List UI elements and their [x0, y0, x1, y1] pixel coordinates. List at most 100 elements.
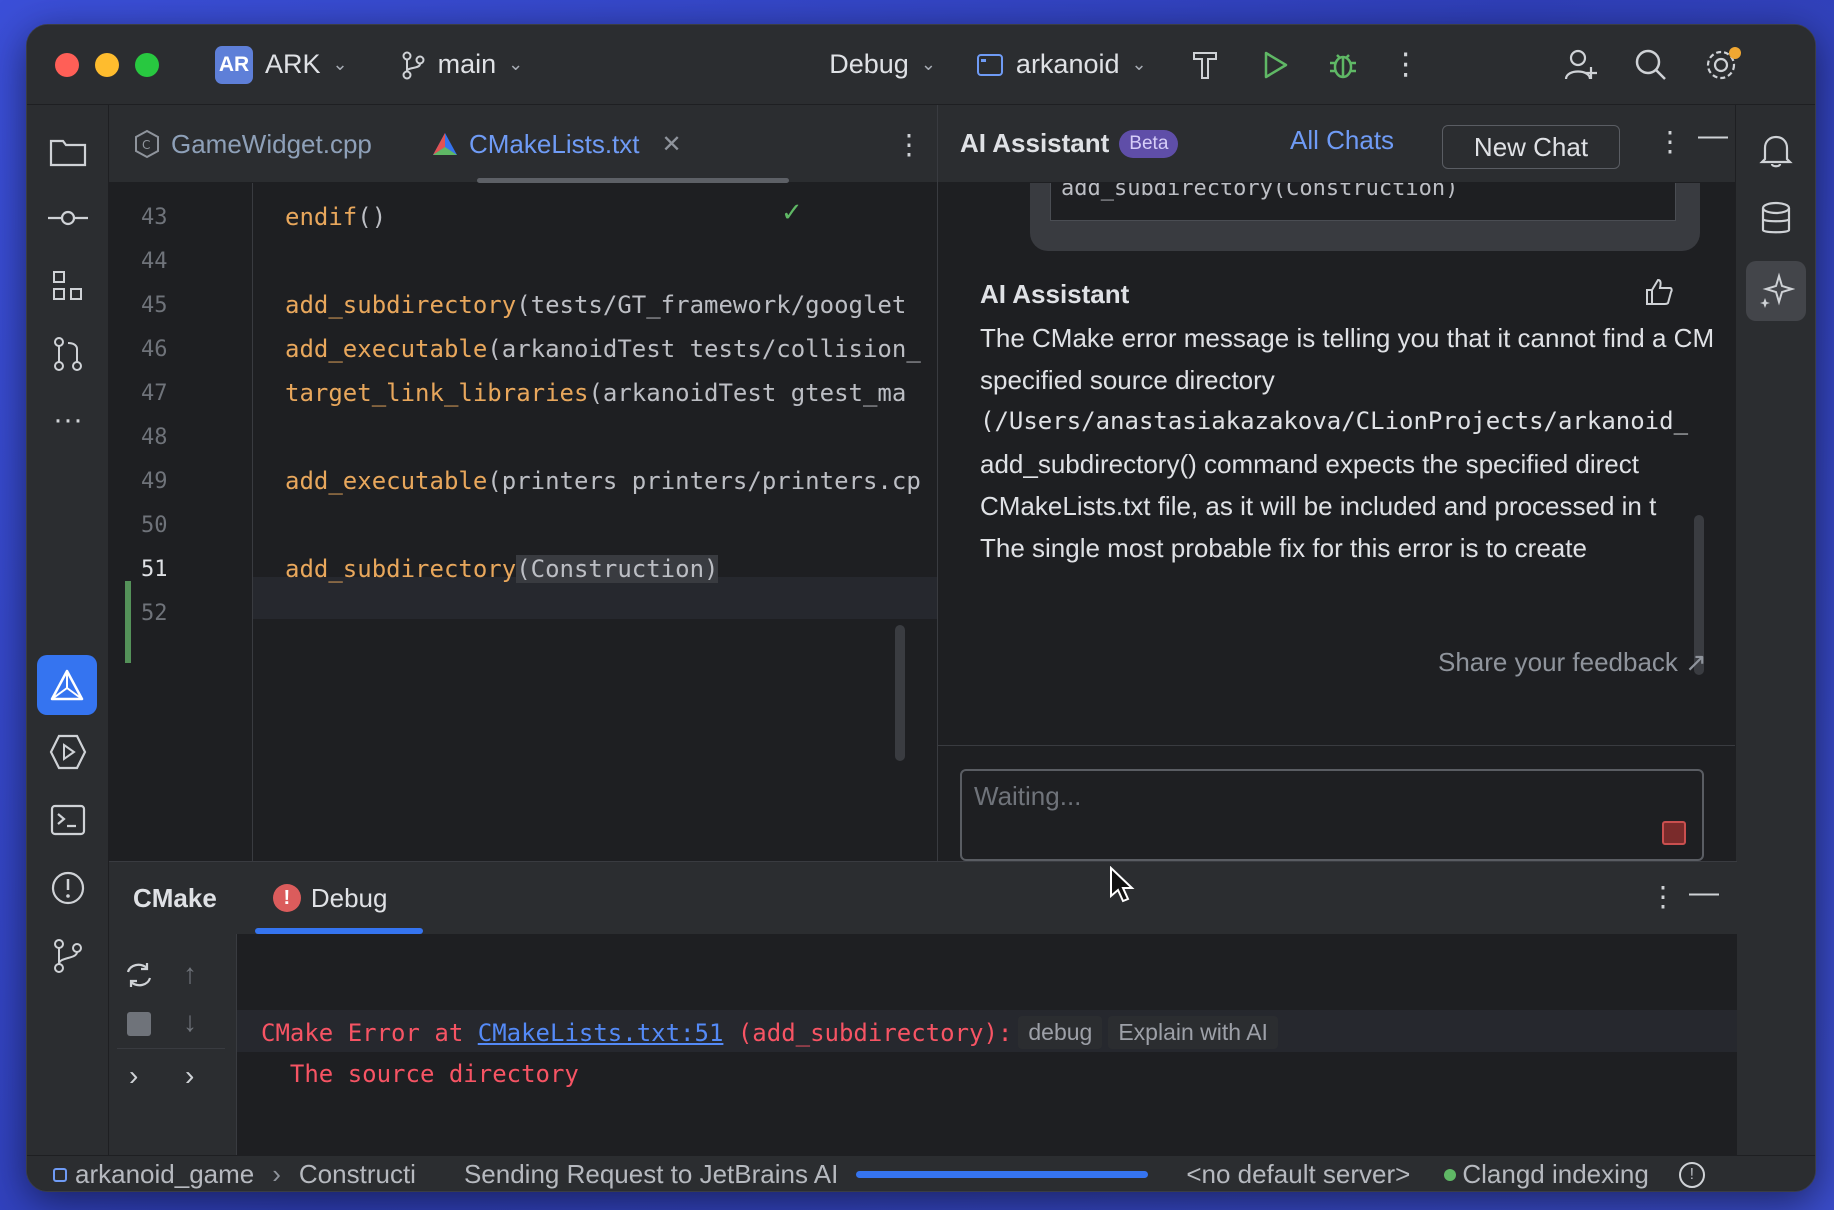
breadcrumb-folder[interactable]: Constructi — [299, 1159, 416, 1190]
git-icon[interactable] — [43, 931, 93, 981]
vcs-change-marker — [125, 581, 131, 663]
response-author: AI Assistant — [980, 279, 1130, 309]
line-number: 46 — [141, 337, 168, 362]
indexing-status[interactable]: Clangd indexing — [1462, 1159, 1648, 1190]
ai-options-icon[interactable]: ⋮ — [1656, 125, 1684, 158]
line-number: 47 — [141, 381, 168, 406]
close-tab-icon[interactable]: ✕ — [662, 130, 682, 159]
chat-input[interactable]: Waiting... — [960, 769, 1704, 861]
structure-icon[interactable] — [43, 261, 93, 311]
tab-options-icon[interactable]: ⋮ — [895, 105, 923, 183]
tab-debug-label: Debug — [310, 882, 388, 913]
server-selector[interactable]: <no default server> — [1186, 1159, 1410, 1190]
tab-label: GameWidget.cpp — [171, 128, 372, 159]
reload-icon[interactable] — [123, 960, 155, 995]
code-keyword: target_link_libraries — [285, 379, 589, 407]
code-line[interactable]: add_subdirectory(Construction) — [285, 555, 719, 583]
search-icon[interactable] — [1631, 48, 1671, 82]
breadcrumb-project[interactable]: arkanoid_game — [75, 1159, 254, 1190]
error-icon: ! — [272, 884, 301, 912]
git-branch-icon — [402, 51, 425, 79]
error-prefix: CMake Error at — [261, 1018, 478, 1047]
response-line-3: (/Users/anastasiakazakova/CLionProjects/… — [980, 407, 1689, 435]
build-hammer-icon[interactable] — [1185, 49, 1225, 81]
scroll-down-icon[interactable]: ↓ — [183, 1006, 197, 1038]
add-user-icon[interactable] — [1561, 47, 1601, 83]
zoom-window-button[interactable] — [135, 52, 159, 77]
run-target-selector[interactable]: arkanoid ⌄ — [976, 49, 1147, 80]
minimize-window-button[interactable] — [95, 52, 119, 77]
notification-dot — [1728, 46, 1741, 59]
debug-bug-icon[interactable] — [1323, 49, 1363, 81]
tab-cmake[interactable]: CMake — [133, 883, 217, 914]
close-window-button[interactable] — [55, 52, 79, 77]
chevron-down-icon: ⌄ — [332, 54, 348, 74]
error-file-link[interactable]: CMakeLists.txt:51 — [478, 1019, 724, 1047]
svg-text:C: C — [142, 138, 150, 152]
services-icon[interactable] — [43, 727, 93, 777]
code-line[interactable]: add_executable(printers printers/printer… — [285, 467, 921, 495]
project-selector[interactable]: AR ARK ⌄ — [215, 45, 348, 84]
notifications-bell-icon[interactable] — [1750, 125, 1802, 177]
tab-debug[interactable]: ! Debug — [272, 882, 388, 914]
app-window-icon — [976, 53, 1003, 76]
run-play-icon[interactable] — [1255, 50, 1295, 80]
error-detail-line: The source directory — [261, 1060, 579, 1088]
code-args: (arkanoidTest tests/collision_ — [487, 335, 921, 363]
expand-all-icon[interactable]: › — [185, 1060, 194, 1092]
more-vertical-icon[interactable]: ⋮ — [1391, 47, 1421, 82]
cmake-error-line: CMake Error at CMakeLists.txt:51 (add_su… — [261, 1016, 1278, 1049]
terminal-icon[interactable] — [43, 795, 93, 845]
pull-requests-icon[interactable] — [43, 329, 93, 379]
project-folder-icon[interactable] — [43, 127, 93, 177]
background-task[interactable]: Sending Request to JetBrains AI — [464, 1159, 838, 1190]
run-config-selector[interactable]: Debug ⌄ — [829, 49, 936, 80]
tab-cmakelists-txt[interactable]: CMakeLists.txt ✕ — [431, 105, 682, 183]
stop-icon[interactable] — [127, 1012, 151, 1036]
code-args: (printers printers/printers.cp — [487, 467, 921, 495]
ai-assistant-sparkle-icon[interactable] — [1746, 261, 1806, 321]
chat-input-placeholder: Waiting... — [974, 781, 1082, 811]
chevron-down-icon: ⌄ — [508, 54, 524, 74]
editor-area: C GameWidget.cpp CMakeLists.txt ✕ ⋮ 43 en… — [109, 105, 937, 861]
editor-scrollbar[interactable] — [895, 625, 905, 761]
new-chat-button[interactable]: New Chat — [1442, 125, 1620, 169]
code-line[interactable]: endif() — [285, 203, 386, 231]
thumbs-up-icon[interactable] — [1644, 277, 1674, 312]
cmake-icon[interactable] — [37, 655, 97, 715]
all-chats-link[interactable]: All Chats — [1290, 125, 1394, 156]
left-tool-window-bar: ··· — [27, 105, 109, 1155]
hide-panel-icon[interactable]: — — [1689, 876, 1719, 910]
response-line-1: The CMake error message is telling you t… — [980, 323, 1715, 353]
scroll-up-icon[interactable]: ↑ — [183, 958, 197, 990]
debug-chip[interactable]: debug — [1018, 1016, 1103, 1049]
event-log-icon[interactable]: ! — [1678, 1161, 1705, 1188]
branch-selector[interactable]: main ⌄ — [400, 49, 524, 80]
module-icon — [53, 1167, 67, 1182]
line-number: 43 — [141, 205, 168, 230]
chevron-down-icon: ⌄ — [1131, 54, 1147, 74]
minimize-panel-icon[interactable]: — — [1698, 119, 1728, 153]
line-number: 51 — [141, 557, 168, 582]
code-keyword: add_subdirectory — [285, 291, 517, 319]
database-icon[interactable] — [1750, 193, 1802, 245]
title-bar: AR ARK ⌄ main ⌄ Debug ⌄ arkanoid ⌄ ⋮ — [27, 25, 1815, 105]
tab-gamewidget-cpp[interactable]: C GameWidget.cpp — [133, 105, 372, 183]
problems-icon[interactable] — [43, 863, 93, 913]
more-tools-icon[interactable]: ··· — [43, 395, 93, 445]
code-args: () — [357, 203, 387, 231]
share-feedback-link[interactable]: Share your feedback ↗ — [1438, 647, 1707, 678]
code-args: (arkanoidTest gtest_ma — [588, 379, 907, 407]
editor-tabs: C GameWidget.cpp CMakeLists.txt ✕ ⋮ — [109, 105, 937, 183]
explain-with-ai-chip[interactable]: Explain with AI — [1108, 1016, 1278, 1049]
code-line[interactable]: add_executable(arkanoidTest tests/collis… — [285, 335, 921, 363]
code-line[interactable]: target_link_libraries(arkanoidTest gtest… — [285, 379, 906, 407]
code-args: (Construction) — [516, 555, 719, 583]
settings-gear-icon[interactable] — [1701, 46, 1741, 83]
code-line[interactable]: add_subdirectory(tests/GT_framework/goog… — [285, 291, 906, 319]
bottom-options-icon[interactable]: ⋮ — [1649, 880, 1677, 913]
commit-icon[interactable] — [43, 193, 93, 243]
stop-generation-button[interactable] — [1662, 821, 1686, 845]
ide-window: AR ARK ⌄ main ⌄ Debug ⌄ arkanoid ⌄ ⋮ ···… — [26, 24, 1816, 1192]
expand-icon[interactable]: › — [129, 1060, 138, 1092]
